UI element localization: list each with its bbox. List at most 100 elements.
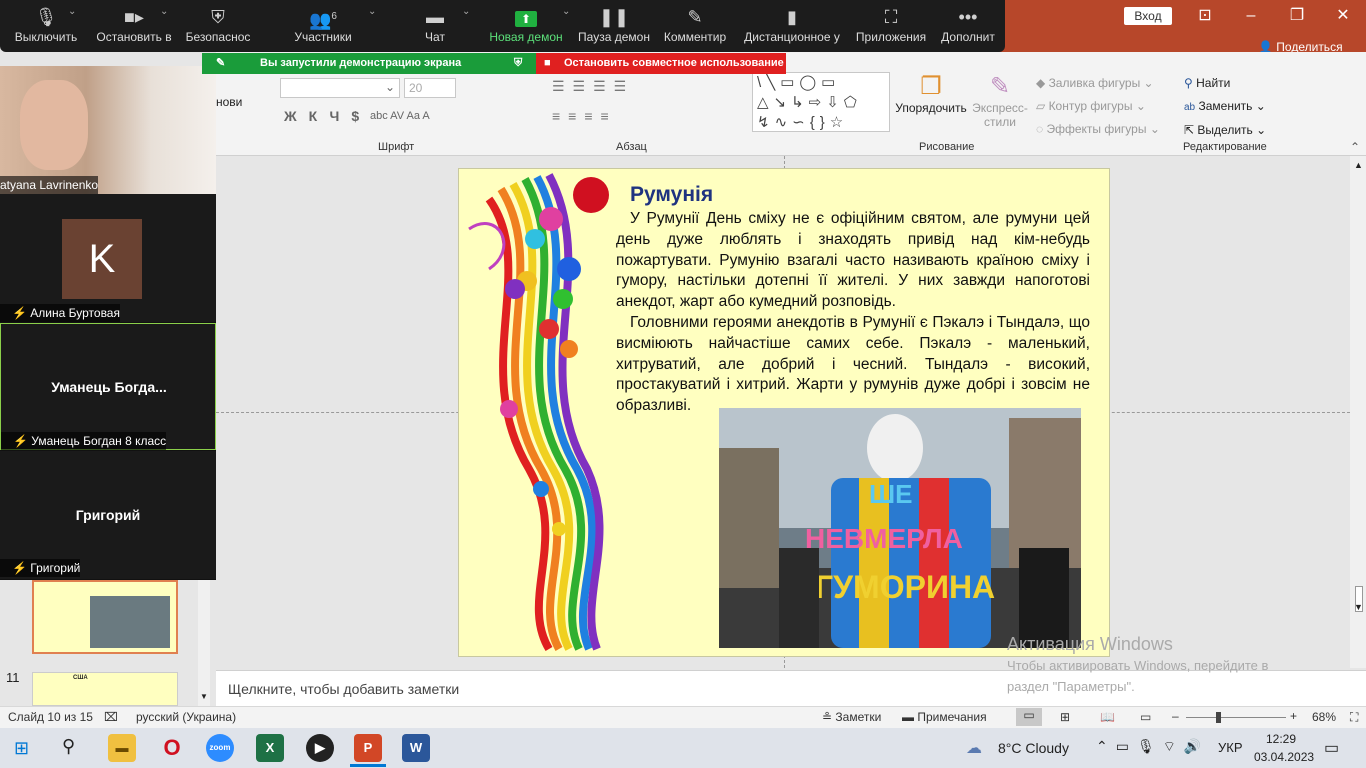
zoom-app-icon[interactable]: zoom	[206, 734, 234, 762]
video-tile-3[interactable]: Уманець Богда... ⚡ Уманець Богдан 8 клас…	[0, 323, 216, 450]
mic-muted-icon: ⚡	[12, 306, 27, 320]
reading-view-button[interactable]: 📖	[1100, 710, 1115, 724]
scroll-down-icon[interactable]: ▼	[200, 692, 208, 701]
new-share-button[interactable]: ⬆ Новая демон	[486, 4, 566, 50]
zoom-slider-thumb[interactable]	[1216, 712, 1221, 723]
file-explorer-icon[interactable]: ▬	[108, 734, 136, 762]
gumorina-photo[interactable]: ШЕ НЕВМЕРЛА ГУМОРИНА	[719, 408, 1081, 648]
video-tile-4[interactable]: Григорий ⚡ Григорий	[0, 451, 216, 579]
replace-icon: ab	[1184, 102, 1196, 113]
photo-text-3: ГУМОРИНА	[815, 569, 995, 605]
minimize-button[interactable]: –	[1228, 0, 1274, 32]
comments-toggle[interactable]: ▬ Примечания	[902, 710, 987, 724]
participants-icon: 👥6	[309, 10, 337, 30]
zoom-out-button[interactable]: –	[1172, 709, 1179, 723]
participants-button[interactable]: 👥6 Участники	[288, 4, 358, 50]
slideshow-button[interactable]: ▭	[1140, 710, 1151, 724]
remote-control-button[interactable]: ▮ Дистанционное у	[740, 4, 844, 50]
thumbnail-number: 11	[6, 670, 20, 685]
slide-body-text[interactable]: У Румунії День сміху не є офіційним свят…	[616, 209, 1090, 417]
clock-time[interactable]: 12:29	[1266, 732, 1296, 746]
shape-format-buttons[interactable]: ◆ Заливка фигуры ⌄ ▱ Контур фигуры ⌄ ◌ Э…	[1036, 72, 1160, 141]
notification-icon[interactable]: ▭	[1324, 738, 1339, 758]
notes-pane[interactable]: Щелкните, чтобы добавить заметки	[216, 670, 1366, 706]
find-button[interactable]: ⚲ Найти	[1184, 72, 1266, 95]
select-button[interactable]: ⇱ Выделить ⌄	[1184, 119, 1266, 142]
photo-text-2: НЕВМЕРЛА	[805, 523, 963, 554]
ribbon-display-icon[interactable]: ⊡	[1182, 0, 1228, 32]
stop-share-button[interactable]: ■ Остановить совместное использование	[536, 53, 786, 74]
activation-watermark-title: Активация Windows	[1007, 634, 1173, 654]
pause-share-button[interactable]: ❚❚ Пауза демон	[576, 4, 652, 50]
shape-fill-button[interactable]: ◆ Заливка фигуры ⌄	[1036, 72, 1160, 95]
excel-icon[interactable]: X	[256, 734, 284, 762]
media-player-icon[interactable]: ▶	[306, 734, 334, 762]
normal-view-button[interactable]: ▭	[1016, 708, 1042, 726]
opera-icon[interactable]: O	[158, 734, 186, 762]
vertical-scrollbar[interactable]: ▲ ▼	[1350, 156, 1366, 668]
slide-title[interactable]: Румунія	[630, 183, 713, 207]
weather-text[interactable]: 8°C Cloudy	[998, 740, 1069, 756]
powerpoint-icon[interactable]: P	[354, 734, 382, 762]
language-indicator[interactable]: русский (Украина)	[136, 710, 236, 724]
paragraph-1: У Румунії День сміху не є офіційним свят…	[616, 210, 1090, 311]
sign-in-button[interactable]: Вход	[1124, 7, 1172, 25]
font-extra-buttons[interactable]: abc AV Aa A	[370, 110, 430, 122]
replace-button[interactable]: ab Заменить ⌄	[1184, 95, 1266, 119]
font-name-select[interactable]: ⌄	[280, 78, 400, 98]
zoom-level[interactable]: 68%	[1312, 710, 1336, 724]
zoom-in-button[interactable]: +	[1290, 709, 1297, 723]
apps-button[interactable]: ⛶ Приложения	[852, 4, 930, 50]
annotate-button[interactable]: ✎ Комментир	[662, 4, 728, 50]
font-size-select[interactable]: 20	[404, 78, 456, 98]
activation-watermark-line1: Чтобы активировать Windows, перейдите в	[1007, 658, 1269, 673]
video-tile-1[interactable]: atyana Lavrinenko	[0, 66, 216, 194]
arrange-button[interactable]: ❐ Упорядочить	[895, 72, 967, 115]
weather-icon[interactable]: ☁	[966, 738, 982, 758]
fit-to-window-icon[interactable]: ⛶	[1350, 710, 1358, 725]
chevron-down-icon[interactable]: ⌄	[160, 6, 168, 17]
list-buttons[interactable]: ☰☰☰☰	[552, 78, 634, 95]
pin-icon[interactable]: ✎	[216, 53, 225, 74]
participant-display-name: Уманець Богда...	[51, 379, 167, 395]
stop-icon: ■	[544, 57, 551, 69]
clock-date[interactable]: 03.04.2023	[1254, 750, 1314, 764]
shape-outline-button[interactable]: ▱ Контур фигуры ⌄	[1036, 95, 1160, 118]
shapes-gallery[interactable]: \╲▭◯▭ △↘↳⇨⇩⬠ ↯∿∽{}☆	[752, 72, 890, 132]
restore-button[interactable]: ❐	[1274, 0, 1320, 32]
spellcheck-icon[interactable]: ⌧	[104, 710, 118, 724]
close-button[interactable]: ✕	[1320, 0, 1366, 32]
chevron-down-icon[interactable]: ⌄	[462, 6, 470, 17]
font-format-buttons[interactable]: ЖКЧ$	[284, 108, 371, 124]
collapse-ribbon-icon[interactable]: ⌃	[1350, 140, 1360, 154]
slide-counter: Слайд 10 из 15	[8, 710, 93, 724]
video-tile-2[interactable]: K ⚡ Алина Буртовая	[0, 194, 216, 322]
chevron-down-icon[interactable]: ⌄	[68, 6, 76, 17]
slide-sorter-button[interactable]: ⊞	[1060, 710, 1070, 724]
slide-thumbnail-10[interactable]	[32, 580, 178, 654]
chevron-down-icon[interactable]: ⌄	[562, 6, 570, 17]
scroll-down-icon[interactable]: ▼	[1354, 602, 1363, 612]
start-button[interactable]: ⊞	[14, 738, 29, 759]
align-buttons[interactable]: ≡≡≡≡	[552, 108, 617, 124]
chevron-down-icon[interactable]: ⌄	[368, 6, 376, 17]
search-icon: ⚲	[1184, 76, 1193, 90]
face-image	[20, 80, 88, 170]
drawing-group-label: Рисование	[919, 141, 975, 153]
quick-styles-button[interactable]: ✎ Экспресс-стили	[970, 72, 1030, 129]
shape-effects-button[interactable]: ◌ Эффекты фигуры ⌄	[1036, 118, 1160, 141]
input-language[interactable]: УКР	[1218, 740, 1243, 755]
security-button[interactable]: ⛨ Безопаснос	[182, 4, 254, 50]
tray-icons[interactable]: ⌃▭🎙⌔🔊	[1096, 738, 1209, 756]
search-icon[interactable]: ⚲	[62, 736, 75, 757]
slide-thumbnail-11[interactable]: США	[32, 672, 178, 706]
scroll-up-icon[interactable]: ▲	[1354, 160, 1363, 170]
thumbnail-scrollbar[interactable]: ▼	[198, 580, 210, 706]
word-icon[interactable]: W	[402, 734, 430, 762]
notes-toggle[interactable]: ≗ Заметки	[822, 710, 881, 724]
active-app-indicator	[350, 764, 386, 767]
zoom-slider[interactable]	[1186, 717, 1286, 718]
editing-group: ⚲ Найти ab Заменить ⌄ ⇱ Выделить ⌄	[1184, 72, 1266, 142]
more-button[interactable]: ••• Дополнит	[936, 4, 1000, 50]
chat-button[interactable]: ▬ Чат	[410, 4, 460, 50]
